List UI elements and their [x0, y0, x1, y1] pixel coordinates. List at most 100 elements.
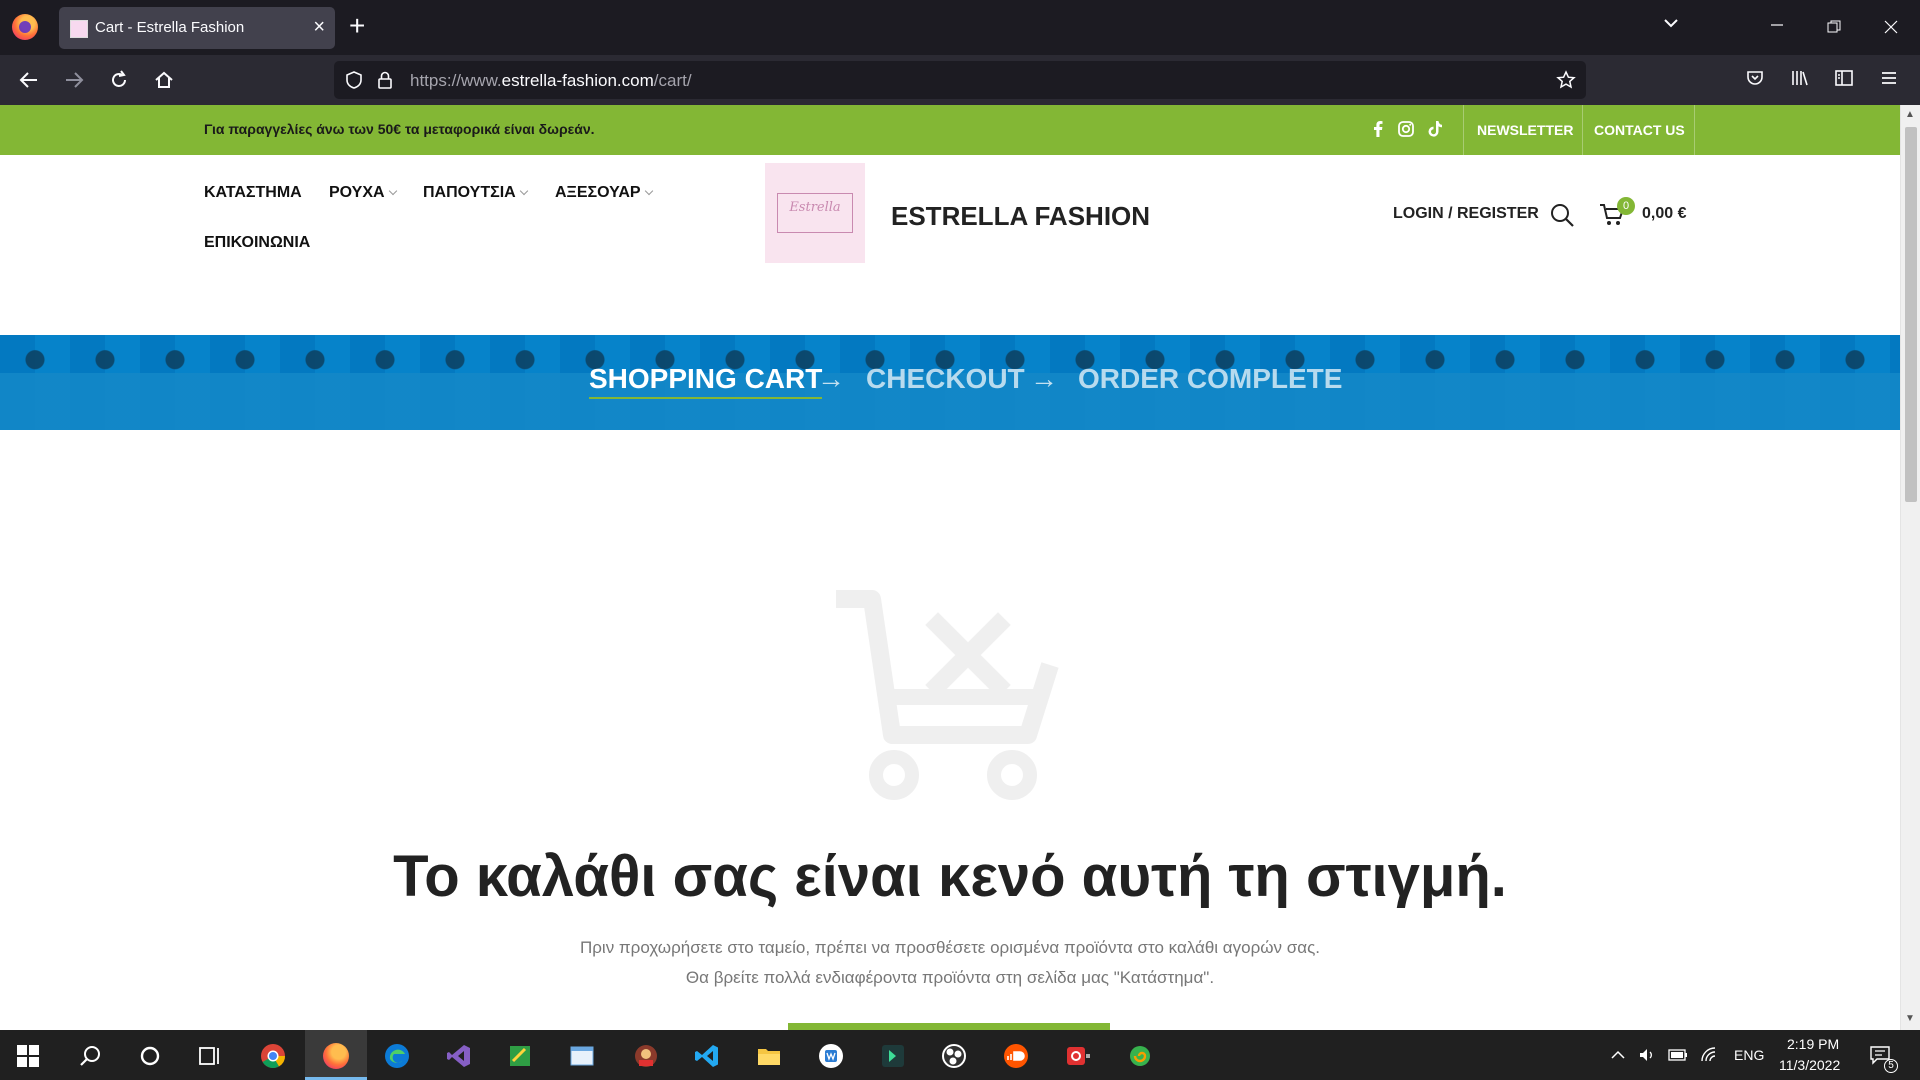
edge-icon[interactable]	[384, 1043, 410, 1069]
scrollbar-thumb[interactable]	[1905, 127, 1917, 502]
windows-start-icon[interactable]	[17, 1045, 39, 1067]
tool-app-icon[interactable]	[507, 1043, 533, 1069]
close-window-icon[interactable]	[1884, 20, 1898, 34]
menu-item-accessories[interactable]: ΑΞΕΣΟΥΑΡ	[555, 184, 653, 202]
return-to-shop-button[interactable]	[788, 1023, 1110, 1030]
minimize-icon[interactable]	[1770, 18, 1784, 32]
soundcloud-icon[interactable]	[1003, 1043, 1029, 1069]
newsletter-link[interactable]: NEWSLETTER	[1477, 122, 1573, 138]
file-explorer-icon[interactable]	[756, 1043, 782, 1069]
shield-icon[interactable]	[344, 70, 364, 90]
step-shopping-cart[interactable]: SHOPPING CART	[589, 363, 823, 399]
browser-tab-bar: Cart - Estrella Fashion × +	[0, 0, 1920, 55]
tray-chevron-up-icon[interactable]	[1610, 1047, 1626, 1063]
topbar-divider	[1463, 105, 1464, 155]
checkout-steps-banner: SHOPPING CART → CHECKOUT → ORDER COMPLET…	[0, 335, 1900, 430]
reload-icon[interactable]	[109, 70, 129, 90]
tab-title: Cart - Estrella Fashion	[95, 19, 245, 36]
clock-date[interactable]: 11/3/2022	[1779, 1057, 1840, 1073]
vscode-icon[interactable]	[694, 1043, 720, 1069]
library-icon[interactable]	[1790, 68, 1810, 88]
windows-taskbar: ENG 2:19 PM 11/3/2022 5	[0, 1030, 1920, 1080]
web-page: Για παραγγελίες άνω των 50€ τα μεταφορικ…	[0, 105, 1900, 1030]
menu-hamburger-icon[interactable]	[1879, 68, 1899, 88]
clock-time[interactable]: 2:19 PM	[1787, 1036, 1839, 1052]
snail-app-icon[interactable]	[1127, 1043, 1153, 1069]
chrome-icon[interactable]	[260, 1043, 286, 1069]
url-bar[interactable]: https://www.estrella-fashion.com/cart/	[334, 61, 1586, 99]
cortana-icon[interactable]	[137, 1043, 163, 1069]
visual-studio-icon[interactable]	[446, 1043, 472, 1069]
facebook-icon[interactable]	[1368, 119, 1388, 139]
menu-item-shoes-label: ΠΑΠΟΥΤΣΙΑ	[423, 184, 516, 201]
cart-count-badge: 0	[1617, 197, 1635, 215]
step-order-complete[interactable]: ORDER COMPLETE	[1078, 363, 1342, 395]
tiktok-icon[interactable]	[1425, 119, 1445, 139]
media-app-icon[interactable]	[633, 1043, 659, 1069]
empty-cart-message-line1: Πριν προχωρήσετε στο ταμείο, πρέπει να π…	[579, 938, 1320, 957]
notification-count-badge: 5	[1884, 1059, 1898, 1073]
bookmark-star-icon[interactable]	[1556, 70, 1576, 90]
word-app-icon[interactable]	[818, 1043, 844, 1069]
volume-icon[interactable]	[1638, 1046, 1656, 1064]
site-header: ΚΑΤΑΣΤΗΜΑ ΡΟΥΧΑ ΠΑΠΟΥΤΣΙΑ ΑΞΕΣΟΥΑΡ ΕΠΙΚΟ…	[0, 155, 1900, 335]
scroll-down-arrow-icon[interactable]: ▼	[1905, 1013, 1915, 1024]
login-register-link[interactable]: LOGIN / REGISTER	[1393, 205, 1539, 223]
menu-item-store[interactable]: ΚΑΤΑΣΤΗΜΑ	[204, 184, 302, 202]
menu-item-clothes[interactable]: ΡΟΥΧΑ	[329, 184, 397, 202]
forward-arrow-icon[interactable]	[64, 70, 84, 90]
language-indicator[interactable]: ENG	[1734, 1047, 1764, 1063]
search-icon[interactable]	[1549, 202, 1575, 228]
sidebar-icon[interactable]	[1834, 68, 1854, 88]
menu-item-clothes-label: ΡΟΥΧΑ	[329, 184, 385, 201]
firefox-icon[interactable]	[12, 14, 38, 40]
home-icon[interactable]	[154, 70, 174, 90]
topbar-divider	[1582, 105, 1583, 155]
pocket-icon[interactable]	[1745, 68, 1765, 88]
site-logo[interactable]: Estrella	[765, 163, 865, 263]
chevron-down-icon	[388, 186, 397, 196]
menu-item-contact[interactable]: ΕΠΙΚΟΙΝΩΝΙΑ	[204, 234, 310, 252]
list-all-tabs-chevron-down-icon[interactable]	[1662, 14, 1680, 32]
search-icon[interactable]	[78, 1043, 104, 1069]
lock-icon[interactable]	[376, 70, 394, 90]
site-title[interactable]: ESTRELLA FASHION	[891, 201, 1150, 232]
browser-tab-active[interactable]: Cart - Estrella Fashion ×	[59, 7, 335, 49]
back-arrow-icon[interactable]	[19, 70, 39, 90]
empty-cart-title: Το καλάθι σας είναι κενό αυτή τη στιγμή.	[393, 844, 1507, 909]
new-tab-plus-icon[interactable]: +	[349, 11, 365, 41]
restore-icon[interactable]	[1827, 20, 1841, 34]
step-arrow-icon: →	[817, 363, 845, 394]
chevron-down-icon	[644, 186, 653, 196]
scroll-up-arrow-icon[interactable]: ▲	[1905, 109, 1915, 120]
step-arrow-icon: →	[1030, 363, 1058, 394]
obs-icon[interactable]	[941, 1043, 967, 1069]
task-view-icon[interactable]	[197, 1043, 223, 1069]
topbar-divider	[1694, 105, 1695, 155]
terminal-app-icon[interactable]	[880, 1043, 906, 1069]
empty-cart-icon	[836, 590, 1059, 800]
wifi-icon[interactable]	[1700, 1046, 1718, 1064]
chevron-down-icon	[519, 186, 528, 196]
promo-topbar: Για παραγγελίες άνω των 50€ τα μεταφορικ…	[0, 105, 1900, 155]
url-text[interactable]: https://www.estrella-fashion.com/cart/	[410, 71, 692, 91]
tab-close-icon[interactable]: ×	[313, 15, 325, 39]
empty-cart-message-line2: Θα βρείτε πολλά ενδιαφέροντα προϊόντα στ…	[685, 968, 1215, 987]
browser-nav-bar: https://www.estrella-fashion.com/cart/	[0, 55, 1920, 105]
page-scrollbar[interactable]: ▲ ▼	[1900, 105, 1920, 1030]
instagram-icon[interactable]	[1396, 119, 1416, 139]
firefox-taskbar-icon[interactable]	[323, 1043, 349, 1069]
menu-item-shoes[interactable]: ΠΑΠΟΥΤΣΙΑ	[423, 184, 528, 202]
step-checkout[interactable]: CHECKOUT	[866, 363, 1025, 395]
free-shipping-text: Για παραγγελίες άνω των 50€ τα μεταφορικ…	[204, 121, 595, 137]
contact-us-link[interactable]: CONTACT US	[1594, 122, 1685, 138]
cart-total[interactable]: 0,00 €	[1642, 205, 1686, 223]
logo-frame: Estrella	[777, 193, 853, 233]
menu-item-accessories-label: ΑΞΕΣΟΥΑΡ	[555, 184, 641, 201]
battery-icon[interactable]	[1668, 1047, 1688, 1063]
tab-favicon-icon	[70, 20, 88, 38]
window-app-icon[interactable]	[569, 1043, 595, 1069]
screen-record-icon[interactable]	[1065, 1043, 1091, 1069]
checkout-steps: SHOPPING CART → CHECKOUT → ORDER COMPLET…	[0, 363, 1900, 403]
logo-text: Estrella	[789, 200, 841, 215]
